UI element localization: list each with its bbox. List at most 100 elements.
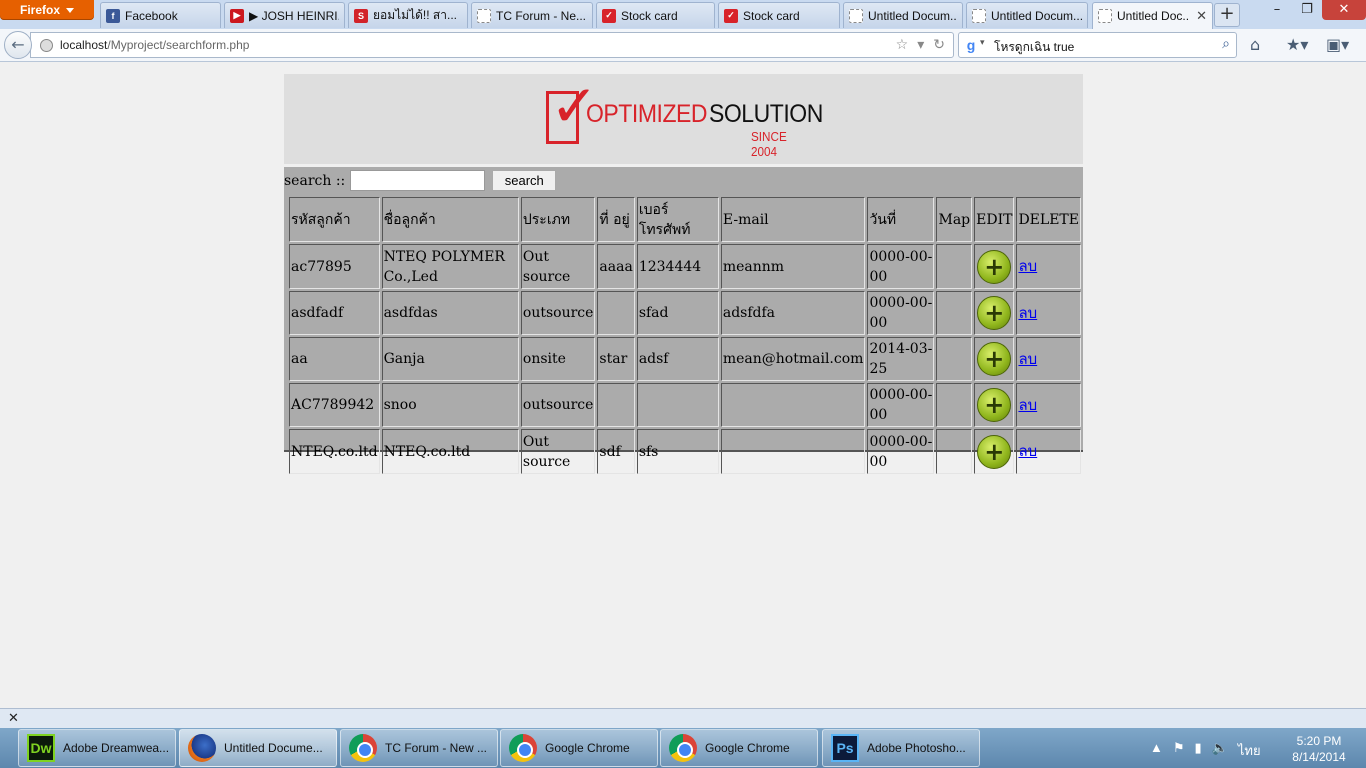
search-engine-dropdown-icon[interactable]: ▾ <box>980 38 985 48</box>
cell-date: 0000-00-00 <box>867 244 935 289</box>
addon-icon[interactable]: ▣▾ <box>1326 35 1349 54</box>
cell-date: 0000-00-00 <box>867 429 935 474</box>
browser-tab[interactable]: TC Forum - Ne... <box>471 2 593 28</box>
home-icon[interactable]: ⌂ <box>1250 35 1260 54</box>
restore-button[interactable]: ❐ <box>1292 0 1322 20</box>
bookmarks-icon[interactable]: ★▾ <box>1286 35 1308 54</box>
search-button[interactable]: search <box>492 170 557 191</box>
search-icon[interactable]: ⌕ <box>1222 36 1230 52</box>
globe-icon <box>40 39 53 52</box>
edit-plus-icon[interactable]: + <box>977 388 1012 422</box>
taskbar-item[interactable]: Ps Adobe Photosho... <box>822 729 980 767</box>
firefox-menu-button[interactable]: Firefox <box>0 0 94 20</box>
history-dropdown-icon[interactable]: ▾ <box>917 37 924 53</box>
cell-delete: ลบ <box>1016 244 1081 289</box>
browser-tab[interactable]: ✓ Stock card <box>596 2 715 28</box>
browser-tab[interactable]: ▶ ▶ JOSH HEINRI... <box>224 2 345 28</box>
edit-plus-icon[interactable]: + <box>977 434 1012 469</box>
cell-email: mean@hotmail.com <box>720 337 866 381</box>
browser-tab-label: ▶ JOSH HEINRI... <box>249 8 339 23</box>
edit-plus-icon[interactable]: + <box>977 342 1012 376</box>
taskbar-item[interactable]: Untitled Docume... <box>179 729 337 767</box>
column-header: E-mail <box>720 197 866 242</box>
company-logo: ✓ OPTIMIZED SOLUTION SINCE 2004 <box>546 76 823 159</box>
cell-id: aa <box>289 337 380 381</box>
delete-link[interactable]: ลบ <box>1018 396 1037 414</box>
volume-icon[interactable]: 🔈 <box>1212 740 1228 761</box>
browser-tab-label: Untitled Docum... <box>868 8 957 23</box>
customer-table: รหัสลูกค้า ชื่อลูกค้า ประเภท ที่ อยู่ เบอร์ … <box>287 195 1083 476</box>
close-addon-bar-icon[interactable]: ✕ <box>8 711 19 726</box>
customer-panel: search :: search รหัสลูกค้า ชื่อลูกค้า ประ… <box>284 167 1083 474</box>
browser-tab-label: Stock card <box>743 8 800 23</box>
browser-tab[interactable]: S ยอมไม่ได้!! สา... <box>348 2 468 28</box>
taskbar-item[interactable]: Google Chrome <box>660 729 818 767</box>
taskbar-item[interactable]: Dw Adobe Dreamwea... <box>18 729 176 767</box>
logo-since: SINCE 2004 <box>751 129 787 159</box>
column-header: EDIT <box>974 197 1015 242</box>
clock-date: 8/14/2014 <box>1292 750 1346 764</box>
browser-tab[interactable]: ✓ Stock card <box>718 2 840 28</box>
back-button[interactable]: ← <box>4 31 32 59</box>
taskbar-item[interactable]: TC Forum - New ... <box>340 729 498 767</box>
browser-tab[interactable]: Untitled Docum... <box>966 2 1088 28</box>
cell-type: Out source <box>520 429 596 474</box>
clock[interactable]: 5:20 PM 8/14/2014 <box>1284 733 1354 765</box>
delete-link[interactable]: ลบ <box>1018 442 1037 460</box>
close-tab-icon[interactable]: ✕ <box>1196 8 1207 24</box>
bookmark-star-icon[interactable]: ☆ <box>896 37 909 53</box>
page-icon <box>477 8 491 23</box>
google-icon[interactable]: g <box>963 37 979 53</box>
delete-link[interactable]: ลบ <box>1018 304 1037 322</box>
cell-email: adsfdfa <box>720 291 866 335</box>
column-header: Map <box>936 197 973 242</box>
delete-link[interactable]: ลบ <box>1018 257 1037 275</box>
table-header-row: รหัสลูกค้า ชื่อลูกค้า ประเภท ที่ อยู่ เบอร์ … <box>289 197 1081 242</box>
search-form: search :: search <box>284 170 557 191</box>
taskbar-item[interactable]: Google Chrome <box>500 729 658 767</box>
browser-tab[interactable]: f Facebook <box>100 2 221 28</box>
firefox-icon <box>188 734 216 762</box>
cell-delete: ลบ <box>1016 291 1081 335</box>
close-window-button[interactable]: ✕ <box>1322 0 1366 20</box>
search-label: search :: <box>284 172 346 189</box>
url-bar[interactable]: localhost/Myproject/searchform.php ☆ ▾ ↻ <box>30 32 954 58</box>
search-bar-text[interactable]: โหรดูกเฉิน true <box>994 38 1074 57</box>
delete-link[interactable]: ลบ <box>1018 350 1037 368</box>
cell-map <box>936 337 973 381</box>
cell-edit: + <box>974 429 1015 474</box>
chrome-icon <box>509 734 537 762</box>
cell-name: NTEQ POLYMER Co.,Led <box>381 244 519 289</box>
logo-word-solution: SOLUTION <box>709 100 823 128</box>
browser-tab[interactable]: Untitled Docum... <box>843 2 963 28</box>
cell-address: star <box>597 337 635 381</box>
language-indicator[interactable]: ไทย <box>1238 740 1261 761</box>
edit-plus-icon[interactable]: + <box>977 296 1012 330</box>
edit-plus-icon[interactable]: + <box>977 249 1012 284</box>
minimize-button[interactable]: – <box>1262 0 1292 20</box>
search-bar[interactable]: g ▾ โหรดูกเฉิน true ⌕ <box>958 32 1237 58</box>
flag-icon[interactable]: ⚑ <box>1173 740 1185 761</box>
navigation-bar: localhost/Myproject/searchform.php ☆ ▾ ↻… <box>0 29 1366 62</box>
search-input[interactable] <box>350 170 486 191</box>
cell-type: Out source <box>520 244 596 289</box>
cell-id: NTEQ.co.ltd <box>289 429 380 474</box>
browser-tab[interactable]: Untitled Doc... ✕ <box>1092 2 1213 29</box>
logo-word-optimized: OPTIMIZED <box>586 100 708 128</box>
url-text[interactable]: localhost/Myproject/searchform.php <box>60 38 249 52</box>
network-icon[interactable]: ▮ <box>1195 740 1202 761</box>
photoshop-icon: Ps <box>831 734 859 762</box>
cell-type: outsource <box>520 291 596 335</box>
table-row: aa Ganja onsite star adsf mean@hotmail.com 201… <box>289 337 1081 381</box>
url-path: /Myproject/searchform.php <box>107 38 250 52</box>
cell-map <box>936 429 973 474</box>
dropdown-arrow-icon <box>66 7 74 13</box>
reload-icon[interactable]: ↻ <box>933 37 945 53</box>
browser-tab-label: Untitled Doc... <box>1117 9 1190 23</box>
new-tab-button[interactable]: + <box>1214 3 1240 27</box>
cell-map <box>936 291 973 335</box>
taskbar-item-label: Google Chrome <box>545 741 630 755</box>
show-hidden-icons-icon[interactable]: ▲ <box>1150 740 1163 761</box>
column-header: ชื่อลูกค้า <box>381 197 519 242</box>
taskbar-item-label: TC Forum - New ... <box>385 741 488 755</box>
